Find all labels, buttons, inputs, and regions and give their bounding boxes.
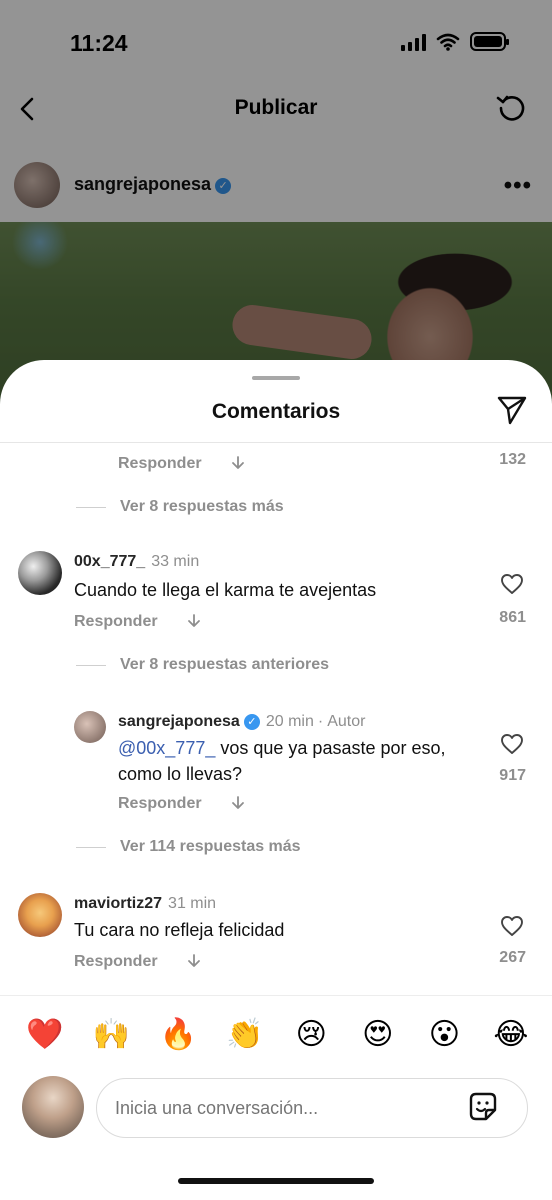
arrow-down-icon[interactable] bbox=[186, 953, 202, 969]
comment-time: 20 min bbox=[265, 713, 314, 730]
comment-meta-separator: · bbox=[317, 713, 324, 730]
avatar[interactable] bbox=[74, 711, 106, 743]
mention-link[interactable]: @00x_777_ bbox=[118, 738, 215, 758]
heart-outline-icon[interactable] bbox=[500, 915, 524, 937]
comment-username[interactable]: maviortiz27 31 min bbox=[74, 895, 216, 913]
divider bbox=[76, 507, 106, 508]
share-paper-plane-icon[interactable] bbox=[496, 394, 528, 426]
sheet-title: Comentarios bbox=[211, 400, 341, 423]
comment-username[interactable]: 00x_777_ 33 min bbox=[74, 553, 199, 571]
verified-badge-icon: ✓ bbox=[243, 714, 260, 730]
like-count: 132 bbox=[499, 451, 526, 468]
comment-text: Cuando te llega el karma te avejentas bbox=[74, 580, 377, 600]
avatar bbox=[22, 1076, 84, 1138]
home-indicator bbox=[178, 1178, 374, 1184]
emoji-crying-button[interactable]: 😢 bbox=[288, 1012, 334, 1062]
comment-text: @00x_777_ vos que ya pasaste por eso, co… bbox=[118, 735, 458, 787]
comment-text: Tu cara no refleja felicidad bbox=[74, 920, 285, 940]
arrow-down-icon[interactable] bbox=[230, 455, 246, 471]
comment-username-text: maviortiz27 bbox=[74, 895, 163, 912]
emoji-clapping-button[interactable]: 👏 bbox=[222, 1012, 268, 1062]
divider bbox=[76, 665, 106, 666]
heart-outline-icon[interactable] bbox=[500, 733, 524, 755]
comment-username[interactable]: sangrejaponesa ✓ 20 min · Autor bbox=[118, 713, 365, 731]
like-count: 917 bbox=[499, 767, 526, 784]
reply-button[interactable]: Responder bbox=[118, 455, 202, 473]
comment-username-text: 00x_777_ bbox=[74, 553, 146, 570]
arrow-down-icon[interactable] bbox=[186, 613, 202, 629]
avatar[interactable] bbox=[18, 551, 62, 595]
view-more-replies-button[interactable]: Ver 8 respuestas más bbox=[120, 498, 284, 516]
avatar[interactable] bbox=[18, 893, 62, 937]
reply-button[interactable]: Responder bbox=[74, 953, 158, 971]
comment-input[interactable] bbox=[96, 1078, 528, 1138]
emoji-surprised-button[interactable]: 😮 bbox=[421, 1012, 467, 1062]
comment-time: 33 min bbox=[151, 553, 200, 570]
like-count: 861 bbox=[499, 609, 526, 626]
reply-button[interactable]: Responder bbox=[74, 613, 158, 631]
sticker-icon[interactable] bbox=[466, 1090, 500, 1124]
author-tag: Autor bbox=[327, 713, 366, 730]
emoji-raised-hands-button[interactable]: 🙌 bbox=[89, 1012, 135, 1062]
sheet-drag-handle[interactable] bbox=[252, 376, 300, 380]
emoji-heart-eyes-button[interactable]: 😍 bbox=[355, 1012, 401, 1062]
heart-outline-icon[interactable] bbox=[500, 573, 524, 595]
comment-time: 31 min bbox=[168, 895, 217, 912]
emoji-heart-button[interactable]: ❤️ bbox=[22, 1012, 68, 1062]
emoji-reaction-bar: ❤️ 🙌 🔥 👏 😢 😍 😮 😂 bbox=[0, 1012, 552, 1062]
view-more-replies-button[interactable]: Ver 114 respuestas más bbox=[120, 838, 301, 856]
like-count: 267 bbox=[499, 949, 526, 966]
emoji-fire-button[interactable]: 🔥 bbox=[155, 1012, 201, 1062]
comments-sheet: Comentarios Responder 132 Ver 8 respuest… bbox=[0, 360, 552, 1200]
divider bbox=[0, 995, 552, 996]
comment-username-text: sangrejaponesa bbox=[118, 713, 240, 730]
view-previous-replies-button[interactable]: Ver 8 respuestas anteriores bbox=[120, 656, 329, 674]
emoji-laughing-button[interactable]: 😂 bbox=[488, 1012, 534, 1062]
divider bbox=[76, 847, 106, 848]
reply-button[interactable]: Responder bbox=[118, 795, 202, 813]
arrow-down-icon[interactable] bbox=[230, 795, 246, 811]
comments-list[interactable]: Responder 132 Ver 8 respuestas más 00x_7… bbox=[0, 443, 552, 993]
